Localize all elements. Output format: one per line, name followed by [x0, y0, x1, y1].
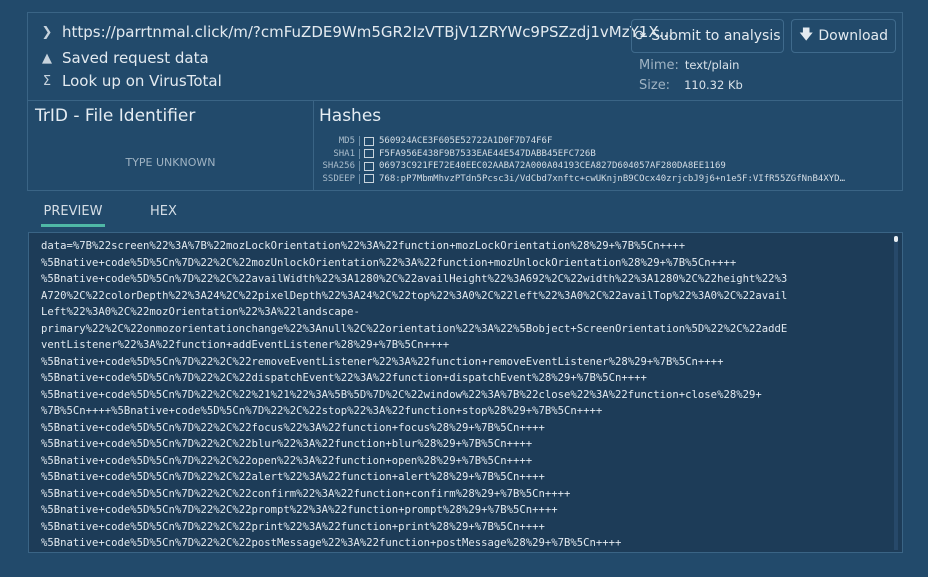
- copy-icon[interactable]: [364, 174, 374, 184]
- download-label: Download: [818, 28, 888, 44]
- hash-label: SSDEEP: [314, 173, 360, 184]
- saved-request-link[interactable]: Saved request data: [62, 49, 209, 67]
- preview-line: %5Bnative+code%5D%5Cn%7D%22%2C%22dispatc…: [41, 372, 647, 384]
- tab-hex[interactable]: HEX: [150, 204, 177, 224]
- hash-value: F5FA956E438F9B7533EAE44E547DABB45EFC726B: [379, 148, 596, 159]
- preview-line: %5Bnative+code%5D%5Cn%7D%22%2C%22print%2…: [41, 520, 545, 533]
- hashes-title: Hashes: [319, 106, 382, 126]
- preview-line: %5Bnative+code%5D%5Cn%7D%22%2C%22alert%2…: [41, 471, 545, 483]
- preview-line: %5Bnative+code%5D%5Cn%7D%22%2C%22confirm…: [41, 487, 571, 500]
- scrollbar[interactable]: [894, 236, 898, 550]
- url-row[interactable]: ❯ https://parrtnmal.click/m/?cmFuZDE9Wm5G…: [40, 23, 673, 41]
- download-button[interactable]: 🡇 Download: [791, 19, 896, 53]
- scrollbar-thumb[interactable]: [894, 236, 898, 242]
- file-info-panel: ❯ https://parrtnmal.click/m/?cmFuZDE9Wm5G…: [27, 12, 903, 191]
- preview-line: %5Bnative+code%5D%5Cn%7D%22%2C%22availWi…: [41, 273, 788, 285]
- mime-value: text/plain: [684, 58, 740, 72]
- hash-label: MD5: [314, 136, 360, 147]
- copy-icon[interactable]: [364, 161, 374, 171]
- file-header: ❯ https://parrtnmal.click/m/?cmFuZDE9Wm5G…: [28, 13, 902, 101]
- preview-line: primary%22%2C%22onmozorientationchange%2…: [41, 322, 788, 335]
- saved-request-row[interactable]: ▲ Saved request data: [40, 49, 209, 67]
- preview-line: Left%22%3A0%2C%22mozOrientation%22%3A%22…: [41, 306, 360, 318]
- hash-value: 768:pP7MbmMhvzPTdn5Pcsc3i/VdCbd7xnftc+cw…: [379, 173, 845, 184]
- copy-icon[interactable]: [364, 136, 374, 146]
- copy-icon[interactable]: [364, 149, 374, 159]
- mime-info: Mime: text/plain: [639, 58, 739, 73]
- download-icon: 🡇: [799, 27, 814, 43]
- hash-value: 06973C921FE72E40EEC02AABA72A000A04193CEA…: [379, 161, 726, 172]
- preview-line: %5Bnative+code%5D%5Cn%7D%22%2C%22focus%2…: [41, 421, 545, 434]
- submit-label: Submit to analysis: [651, 28, 781, 44]
- preview-line: %7B%5Cn++++%5Bnative+code%5D%5Cn%7D%22%2…: [41, 405, 603, 417]
- url-text[interactable]: https://parrtnmal.click/m/?cmFuZDE9Wm5GR…: [62, 23, 673, 41]
- size-value: 110.32 Kb: [684, 78, 743, 92]
- preview-line: %5Bnative+code%5D%5Cn%7D%22%2C%22blur%22…: [41, 438, 533, 450]
- hash-value: 560924ACE3F605E52722A1D0F7D74F6F: [379, 136, 553, 147]
- trid-panel: TrID - File Identifier TYPE UNKNOWN: [28, 101, 314, 190]
- preview-line: %5Bnative+code%5D%5Cn%7D%22%2C%22open%22…: [41, 454, 533, 467]
- tab-preview[interactable]: PREVIEW: [41, 204, 105, 227]
- trid-title: TrID - File Identifier: [35, 106, 196, 126]
- preview-content: data=%7B%22screen%22%3A%7B%22mozLockOrie…: [28, 232, 903, 553]
- preview-line: %5Bnative+code%5D%5Cn%7D%22%2C%22%21%21%…: [41, 388, 762, 401]
- hashes-panel: Hashes MD5 560924ACE3F605E52722A1D0F7D74F…: [314, 101, 902, 190]
- preview-line: %5Bnative+code%5D%5Cn%7D%22%2C%22removeE…: [41, 355, 724, 368]
- hash-row: SHA1 F5FA956E438F9B7533EAE44E547DABB45EFC…: [314, 148, 899, 161]
- warning-icon: ▲: [42, 50, 52, 66]
- hash-row: SHA256 06973C921FE72E40EEC02AABA72A000A04…: [314, 160, 899, 173]
- preview-line: %5Bnative+code%5D%5Cn%7D%22%2C%22prompt%…: [41, 504, 558, 516]
- mime-label: Mime:: [639, 58, 679, 73]
- preview-line: ventListener%22%3A%22function+addEventLi…: [41, 339, 450, 351]
- hash-row: SSDEEP 768:pP7MbmMhvzPTdn5Pcsc3i/VdCbd7xn…: [314, 173, 899, 186]
- preview-line: %5Bnative+code%5D%5Cn%7D%22%2C%22postMes…: [41, 537, 622, 549]
- preview-line: A720%2C%22colorDepth%22%3A24%2C%22pixelD…: [41, 289, 788, 302]
- hash-row: MD5 560924ACE3F605E52722A1D0F7D74F6F: [314, 135, 899, 148]
- refresh-icon: ⟳: [634, 28, 647, 44]
- sigma-icon: Σ: [42, 73, 52, 89]
- preview-line: %5Bnative+code%5D%5Cn%7D%22%2C%22mozUnlo…: [41, 256, 737, 269]
- virustotal-row[interactable]: Σ Look up on VirusTotal: [40, 72, 222, 90]
- preview-line: data=%7B%22screen%22%3A%7B%22mozLockOrie…: [41, 240, 686, 252]
- hash-label: SHA256: [314, 161, 360, 172]
- hash-label: SHA1: [314, 148, 360, 159]
- size-label: Size:: [639, 78, 671, 93]
- chevron-right-icon: ❯: [41, 24, 53, 40]
- trid-type: TYPE UNKNOWN: [125, 156, 216, 169]
- virustotal-link[interactable]: Look up on VirusTotal: [62, 72, 222, 90]
- submit-analysis-button[interactable]: ⟳ Submit to analysis: [631, 19, 784, 53]
- size-info: Size: 110.32 Kb: [639, 78, 743, 93]
